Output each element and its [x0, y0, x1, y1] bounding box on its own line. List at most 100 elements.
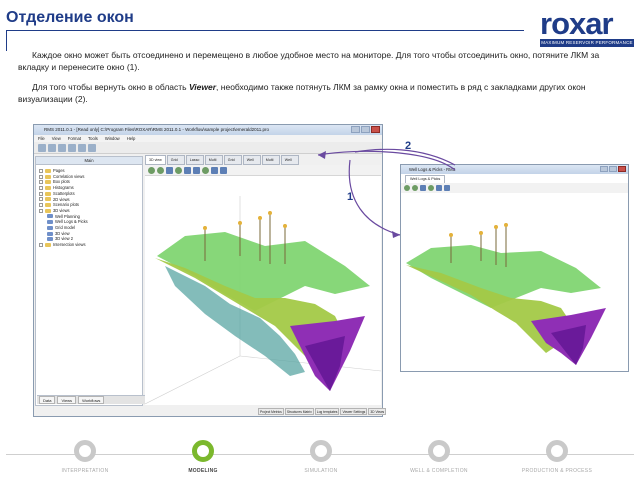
arrow-down-head: [392, 231, 400, 238]
expand-icon[interactable]: [39, 208, 43, 213]
new-icon[interactable]: [38, 143, 46, 152]
paragraph-2-start: Для того чтобы вернуть окно в область: [32, 82, 189, 92]
viewer-tab[interactable]: Multi: [261, 155, 280, 165]
explorer-panel: Main Pages Correlation views Box plots Hist…: [35, 156, 145, 406]
expand-icon[interactable]: [39, 197, 43, 202]
process-step-icon: [546, 440, 568, 462]
process-step[interactable]: SIMULATION: [266, 440, 376, 474]
zoom-tool-icon[interactable]: [175, 166, 182, 174]
detached-view-icon[interactable]: [436, 185, 442, 191]
detached-window-titlebar[interactable]: Well Logs & Picks - RMS: [401, 165, 628, 174]
explorer-panel-title: Main: [36, 157, 142, 165]
detached-window-title: Well Logs & Picks - RMS: [409, 167, 456, 172]
tab-views[interactable]: Views: [57, 396, 77, 404]
title-side-rule: [6, 31, 7, 51]
menu-format[interactable]: Format: [68, 135, 81, 142]
detached-maximize-icon[interactable]: [609, 166, 617, 172]
viewer-tab[interactable]: Grid: [166, 155, 185, 165]
minimize-icon[interactable]: [351, 126, 360, 133]
bottom-tab[interactable]: Viewer Settings: [340, 408, 368, 415]
detached-toolbar: [401, 183, 628, 193]
detached-3d-viewer[interactable]: [401, 193, 628, 371]
detached-minimize-icon[interactable]: [600, 166, 608, 172]
page-title: Отделение окон: [6, 9, 134, 26]
expand-icon[interactable]: [39, 168, 43, 173]
detached-window[interactable]: Well Logs & Picks - RMS Well Logs & Pick…: [400, 164, 629, 372]
folder-icon: [45, 168, 51, 173]
folder-icon: [47, 231, 53, 236]
process-step[interactable]: INTERPRETATION: [30, 440, 140, 474]
tab-workflows[interactable]: Workflows: [78, 396, 105, 404]
open-icon[interactable]: [48, 143, 56, 152]
expand-icon[interactable]: [39, 185, 43, 190]
process-step-icon: [192, 440, 214, 462]
detached-select-icon[interactable]: [404, 185, 410, 191]
viewer-toolbar: [145, 165, 381, 176]
expand-icon[interactable]: [39, 191, 43, 196]
folder-icon: [47, 225, 53, 230]
tab-data[interactable]: Data: [39, 396, 56, 404]
viewer-tab[interactable]: Well: [280, 155, 299, 165]
viewer-tab[interactable]: Lasso: [185, 155, 204, 165]
menu-tools[interactable]: Tools: [88, 135, 98, 142]
grid-icon[interactable]: [220, 166, 227, 174]
detached-close-icon[interactable]: [618, 166, 626, 172]
process-step-label: INTERPRETATION: [61, 468, 109, 474]
detached-zoom-icon[interactable]: [428, 185, 434, 191]
menu-view[interactable]: View: [52, 135, 61, 142]
process-step-label: MODELING: [188, 468, 218, 474]
3d-surface-scene: [144, 196, 382, 405]
folder-icon: [45, 180, 51, 185]
process-step[interactable]: MODELING: [148, 440, 258, 474]
tree-item[interactable]: Intersection views: [39, 242, 142, 248]
menu-file[interactable]: File: [38, 135, 45, 142]
menu-help[interactable]: Help: [127, 135, 136, 142]
viewer-tab[interactable]: 3D view: [145, 155, 166, 165]
detached-rotate-icon[interactable]: [412, 185, 418, 191]
process-step[interactable]: WELL & COMPLETION: [384, 440, 494, 474]
save-icon[interactable]: [58, 143, 66, 152]
menu-window[interactable]: Window: [105, 135, 120, 142]
detached-3d-surface-scene: [406, 223, 606, 365]
viewer-tab[interactable]: Multi: [204, 155, 223, 165]
rotate-tool-icon[interactable]: [157, 166, 164, 174]
maximize-icon[interactable]: [361, 126, 370, 133]
close-icon[interactable]: [371, 126, 380, 133]
detached-axes-icon[interactable]: [444, 185, 450, 191]
expand-icon[interactable]: [39, 174, 43, 179]
detached-pan-icon[interactable]: [420, 185, 426, 191]
bottom-tab[interactable]: 3D Views: [368, 408, 387, 415]
title-underline: [6, 30, 524, 31]
folder-icon: [45, 208, 51, 213]
viewer-tab[interactable]: Grid: [223, 155, 242, 165]
logo-tagline: MAXIMUM RESERVOIR PERFORMANCE: [540, 39, 634, 47]
app-titlebar[interactable]: RMS 2011.0.1 - [Read only] C:\Program Fi…: [34, 125, 382, 135]
view-top-icon[interactable]: [184, 166, 191, 174]
expand-icon[interactable]: [39, 203, 43, 208]
viewer-tab-strip: 3D view Grid Lasso Multi Grid Well Multi Well: [145, 155, 381, 165]
roxar-logo: roxar MAXIMUM RESERVOIR PERFORMANCE: [538, 6, 636, 48]
process-step-label: SIMULATION: [304, 468, 338, 474]
instruction-paragraph-1: Каждое окно может быть отсоединено и пер…: [18, 50, 600, 72]
help-icon[interactable]: [88, 143, 96, 152]
expand-icon[interactable]: [39, 242, 43, 247]
light-icon[interactable]: [202, 166, 209, 174]
expand-icon[interactable]: [39, 180, 43, 185]
folder-icon: [47, 220, 53, 225]
bottom-tab[interactable]: Project Metrics: [258, 408, 284, 415]
axes-icon[interactable]: [211, 166, 218, 174]
process-step[interactable]: PRODUCTION & PROCESS: [502, 440, 612, 474]
viewer-tab[interactable]: Well: [242, 155, 261, 165]
folder-icon: [45, 242, 51, 247]
process-step-icon: [74, 440, 96, 462]
redo-icon[interactable]: [78, 143, 86, 152]
bottom-tab[interactable]: Structures Matrix: [284, 408, 314, 415]
bottom-tab[interactable]: Log templates: [314, 408, 340, 415]
pan-tool-icon[interactable]: [166, 166, 173, 174]
folder-icon: [45, 174, 51, 179]
select-tool-icon[interactable]: [148, 166, 155, 174]
view-side-icon[interactable]: [193, 166, 200, 174]
undo-icon[interactable]: [68, 143, 76, 152]
3d-viewer[interactable]: [144, 176, 382, 405]
step-1-label: 1: [347, 191, 354, 203]
